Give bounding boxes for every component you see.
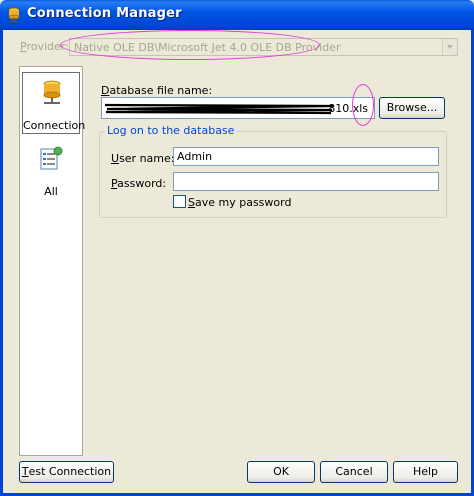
provider-dropdown[interactable]: Native OLE DB\Microsoft Jet 4.0 OLE DB P… [69,38,458,56]
sidebar-item-connection[interactable]: Connection [22,72,86,134]
ok-button-label: OK [273,465,289,478]
save-password-label[interactable]: Save my password [188,196,291,209]
title-bar[interactable]: Connection Manager [0,0,474,30]
connection-manager-icon [8,7,20,23]
database-file-label: Database file name: [101,84,213,97]
sidebar-item-all[interactable]: All [22,139,80,201]
browse-button-label: Browse... [386,101,438,114]
user-name-label: User name: [111,152,175,165]
browse-button[interactable]: Browse... [379,97,445,119]
help-button[interactable]: Help [393,461,458,483]
page-selector-sidebar: Connection All [19,66,86,456]
user-name-input[interactable]: Admin [173,147,439,166]
cancel-button-label: Cancel [335,465,373,478]
database-file-value: 810.xls [328,102,368,115]
properties-list-icon [40,146,63,170]
database-connection-icon [43,80,61,104]
user-name-value: Admin [177,150,213,163]
logon-group-title: Log on to the database [105,124,237,137]
provider-value: Native OLE DB\Microsoft Jet 4.0 OLE DB P… [74,41,341,54]
sidebar-item-label: All [44,185,58,198]
help-button-label: Help [412,465,439,478]
sidebar-item-label: Connection [23,119,86,132]
password-label: Password: [111,177,167,190]
save-password-checkbox[interactable] [173,195,186,208]
provider-label: Provider: [20,40,69,53]
database-file-input[interactable]: 810.xls [101,97,375,119]
password-input[interactable] [173,172,439,191]
redaction-scribble [104,103,334,115]
window-title: Connection Manager [27,6,182,21]
chevron-down-icon[interactable] [442,39,457,55]
test-connection-button[interactable]: Test Connection [19,461,114,483]
test-connection-label: Test Connection [21,465,112,478]
ok-button[interactable]: OK [247,461,315,483]
cancel-button[interactable]: Cancel [320,461,388,483]
